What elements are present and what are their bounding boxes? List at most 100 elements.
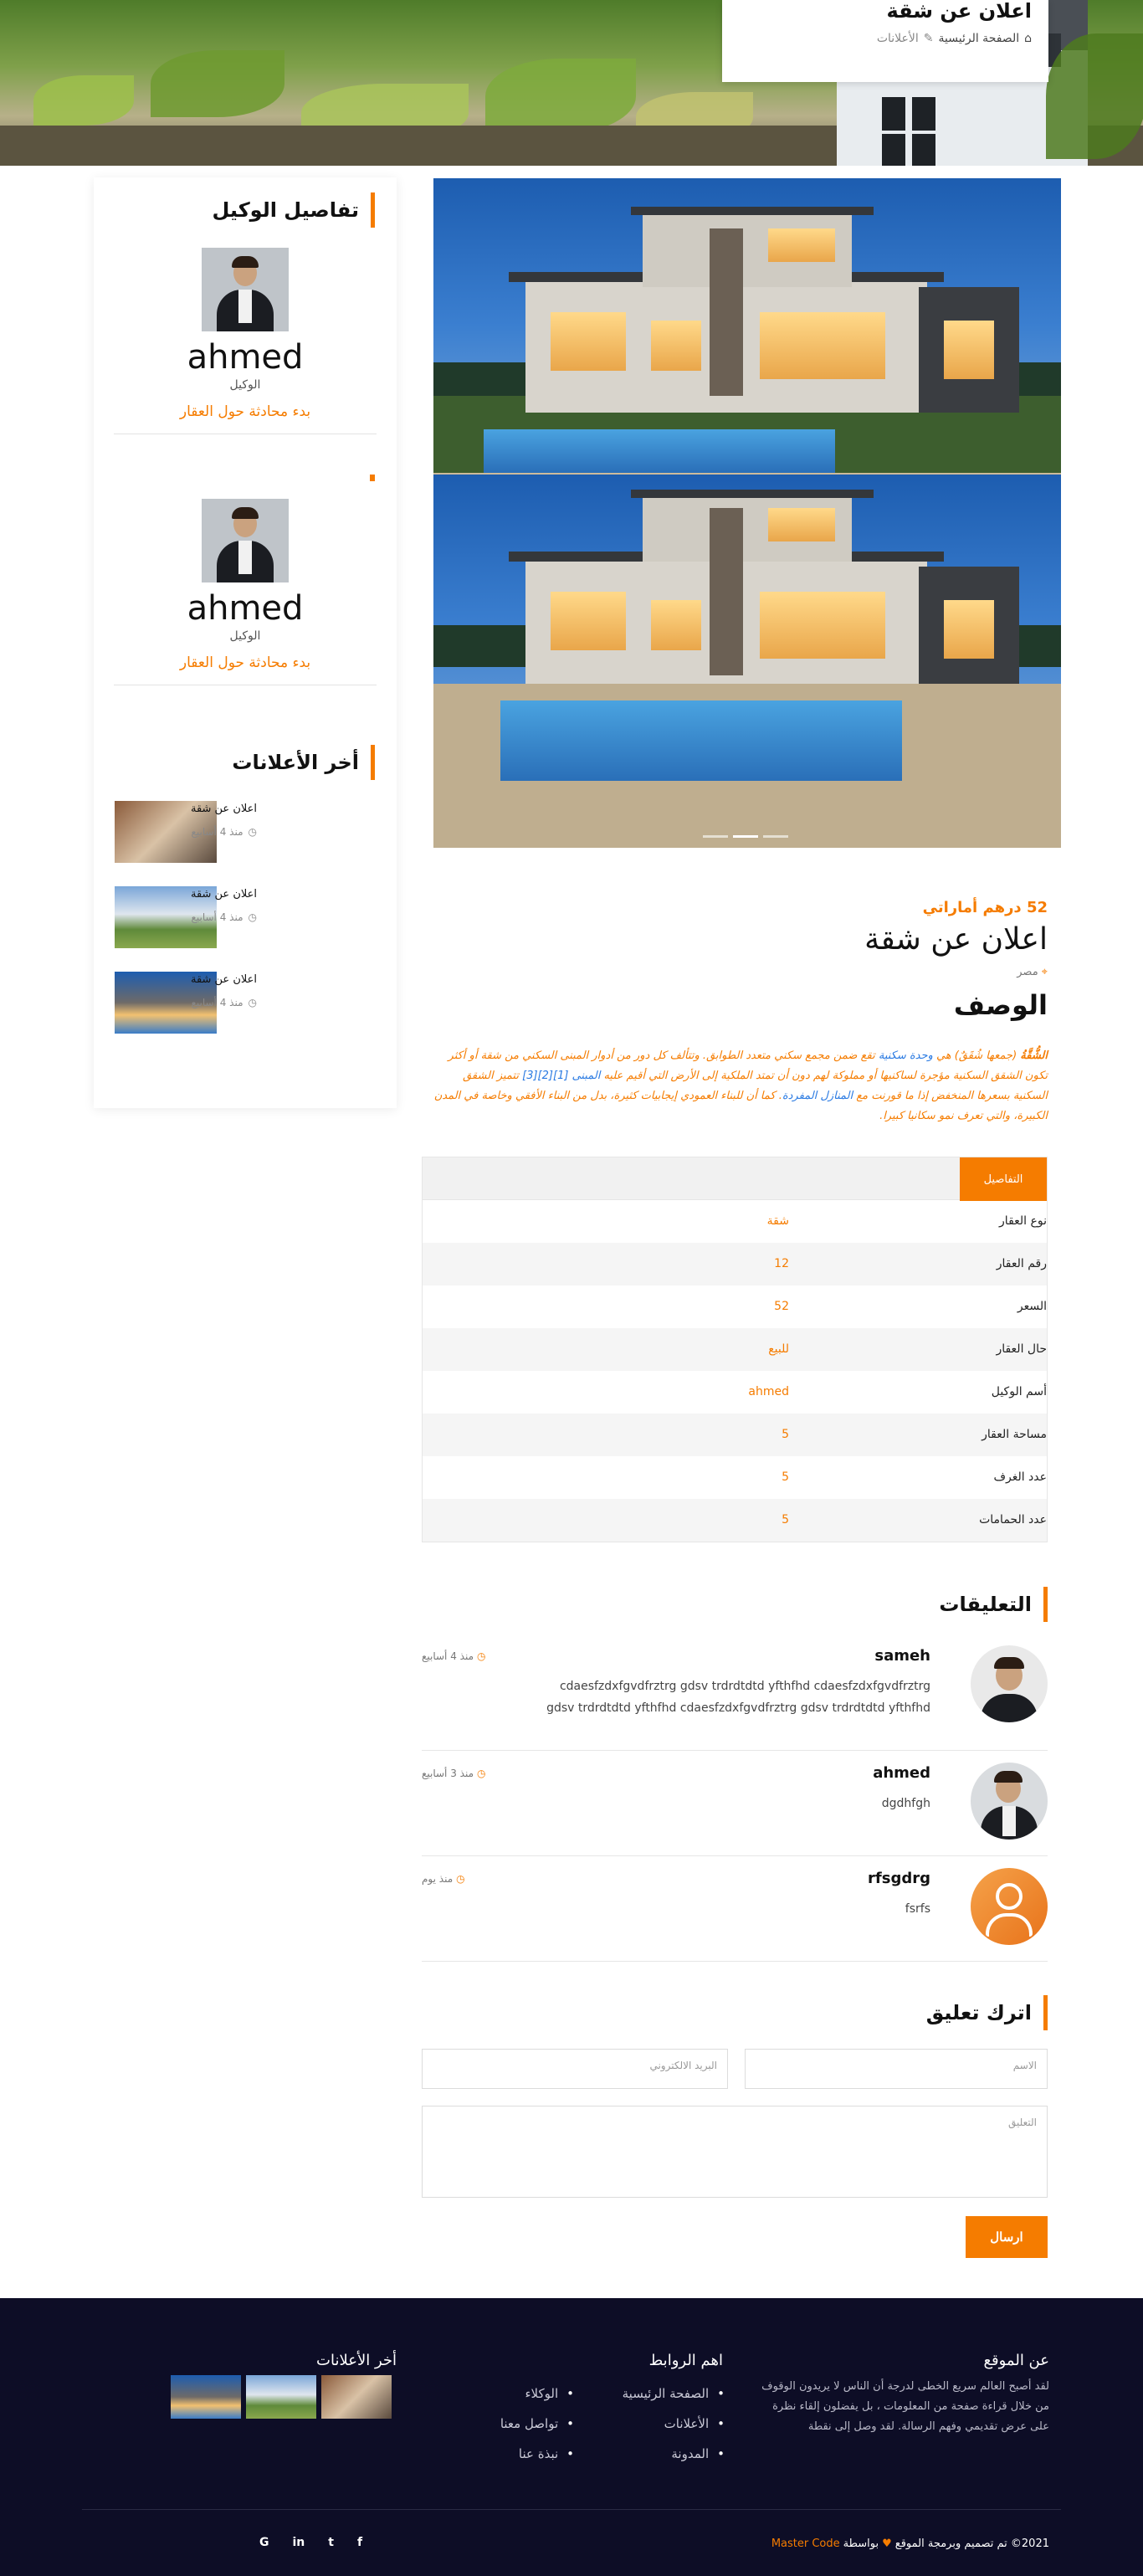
details-row: عدد الحمامات 5 [422, 1499, 1048, 1542]
description-link[interactable]: المنازل المفردة [782, 1090, 856, 1102]
details-row: عدد الغرف 5 [422, 1456, 1048, 1499]
start-chat-link[interactable]: بدء محادثة حول العقار [114, 654, 377, 671]
clock-icon: ◷ [477, 1768, 486, 1779]
clock-icon: ◷ [477, 1650, 486, 1662]
breadcrumb: ⌂ الصفحة الرئيسية ✎ الأعلانات [739, 32, 1032, 45]
details-tabbar: التفاصيل [422, 1157, 1048, 1201]
recent-listing-item[interactable]: اعلان عن شقة ◷ منذ 4 أسابيع [115, 886, 374, 948]
recent-listing-item[interactable]: اعلان عن شقة ◷ منذ 4 أسابيع [115, 972, 374, 1034]
recent-listing-title[interactable]: اعلان عن شقة [191, 803, 257, 815]
description-link[interactable]: المبنى [1][2][3] [522, 1070, 603, 1082]
start-chat-link[interactable]: بدء محادثة حول العقار [114, 403, 377, 420]
comment-item: rfsgdrg fsrfs ◷ منذ يوم [422, 1868, 1048, 1962]
details-key: عدد الحمامات [979, 1513, 1047, 1527]
copyright-text: 2021© تم تصميم وبرمجة الموقع [894, 2538, 1049, 2550]
footer-about-title: عن الموقع [983, 2352, 1049, 2369]
accent-marker [370, 475, 375, 481]
details-key: السعر [1017, 1300, 1047, 1313]
details-key: رقم العقار [996, 1257, 1047, 1270]
comment-textarea[interactable]: التعليق [422, 2106, 1048, 2198]
home-icon: ⌂ [1024, 32, 1032, 45]
recent-listing-title[interactable]: اعلان عن شقة [191, 888, 257, 901]
gallery-pagination[interactable] [703, 835, 788, 838]
agent-name: ahmed [187, 589, 304, 628]
details-value: 5 [782, 1513, 789, 1527]
gallery-dot-active[interactable] [733, 835, 758, 838]
details-row: السعر 52 [422, 1285, 1048, 1328]
details-value: للبيع [768, 1342, 789, 1356]
comment-time: ◷ منذ 3 أسابيع [422, 1768, 486, 1779]
details-value: 52 [774, 1300, 789, 1313]
email-field[interactable]: البريد الالكتروني [422, 2049, 728, 2089]
recent-listings-title: أخر الأعلانات [232, 745, 375, 780]
recent-listing-time: ◷ منذ 4 أسابيع [191, 826, 257, 838]
agent-section-title: تفاصيل الوكيل [212, 192, 375, 228]
agent-role: الوكيل [229, 378, 261, 392]
agent-card: ahmed الوكيل بدء محادثة حول العقار [114, 248, 377, 434]
tab-details[interactable]: التفاصيل [960, 1157, 1047, 1201]
name-field[interactable]: الاسم [745, 2049, 1048, 2089]
gallery-dot[interactable] [703, 835, 728, 838]
footer-link[interactable]: نبذة عنا [500, 2439, 574, 2469]
listing-thumbnail[interactable] [171, 2375, 241, 2419]
hero-banner: اعلان عن شقة ⌂ الصفحة الرئيسية ✎ الأعلان… [0, 0, 1143, 166]
details-row: أسم الوكيل ahmed [422, 1371, 1048, 1414]
recent-listing-title[interactable]: اعلان عن شقة [191, 973, 257, 986]
listing-title: اعلان عن شقة [864, 922, 1048, 957]
gallery-dot[interactable] [763, 835, 788, 838]
avatar [202, 499, 289, 582]
foliage-decoration [485, 59, 636, 134]
comments-title: التعليقات [939, 1587, 1048, 1622]
details-row: رقم العقار 12 [422, 1243, 1048, 1285]
footer-link[interactable]: الأعلانات [623, 2409, 725, 2439]
comment-time: ◷ منذ يوم [422, 1873, 465, 1885]
clock-icon: ◷ [248, 997, 257, 1008]
details-value: 5 [782, 1470, 789, 1484]
submit-comment-button[interactable]: ارسال [966, 2216, 1048, 2258]
copyright-by: بواسطة [843, 2538, 879, 2550]
google-icon[interactable]: G [259, 2536, 269, 2549]
listing-thumbnail[interactable] [246, 2375, 316, 2419]
details-row: حال العقار للبيع [422, 1328, 1048, 1371]
listing-description: الشُّقَّةُ (جمعها شُقَقٌ) هي وحدة سكنية … [433, 1049, 1048, 1122]
twitter-icon[interactable]: t [328, 2536, 334, 2549]
listing-price: 52 درهم أماراتي [922, 899, 1048, 916]
property-gallery[interactable] [433, 178, 1061, 848]
details-value: ahmed [748, 1385, 789, 1398]
map-pin-icon: ⌖ [1041, 966, 1048, 978]
footer-link[interactable]: الصفحة الرئيسية [623, 2378, 725, 2409]
facebook-icon[interactable]: f [357, 2536, 362, 2549]
footer-link[interactable]: تواصل معنا [500, 2409, 574, 2439]
footer-divider [82, 2509, 1061, 2510]
divider [422, 1750, 1048, 1751]
linkedin-icon[interactable]: in [293, 2536, 305, 2549]
description-term: الشُّقَّةُ [1020, 1049, 1048, 1062]
description-link[interactable]: وحدة سكنية [879, 1049, 936, 1062]
description-heading: الوصف [953, 989, 1048, 1021]
foliage-decoration [151, 50, 284, 117]
breadcrumb-current: الأعلانات [876, 32, 919, 45]
clock-icon: ◷ [248, 826, 257, 838]
clock-icon: ◷ [456, 1873, 465, 1885]
footer-link[interactable]: المدونة [623, 2439, 725, 2469]
details-key: أسم الوكيل [991, 1385, 1047, 1398]
recent-listing-time: ◷ منذ 4 أسابيع [191, 911, 257, 923]
listing-location: ⌖ مصر [1017, 966, 1048, 978]
footer-recent-thumbs [171, 2375, 392, 2419]
heart-icon: ♥ [882, 2538, 892, 2550]
details-row: مساحة العقار 5 [422, 1414, 1048, 1456]
copyright: 2021© تم تصميم وبرمجة الموقع ♥ بواسطة Ma… [771, 2538, 1049, 2550]
agent-name: ahmed [187, 338, 304, 377]
listing-thumbnail[interactable] [321, 2375, 392, 2419]
recent-listing-item[interactable]: اعلان عن شقة ◷ منذ 4 أسابيع [115, 801, 374, 863]
agent-role: الوكيل [229, 629, 261, 643]
tag-icon: ✎ [923, 32, 934, 45]
default-avatar-icon [971, 1868, 1048, 1945]
recent-listing-time: ◷ منذ 4 أسابيع [191, 997, 257, 1008]
comment-time: ◷ منذ 4 أسابيع [422, 1650, 486, 1662]
footer-link[interactable]: الوكلاء [500, 2378, 574, 2409]
comment-text: dgdhfgh [881, 1797, 930, 1810]
brand-link[interactable]: Master Code [771, 2538, 840, 2550]
breadcrumb-home[interactable]: الصفحة الرئيسية [939, 32, 1020, 45]
details-value: شقة [766, 1214, 789, 1228]
